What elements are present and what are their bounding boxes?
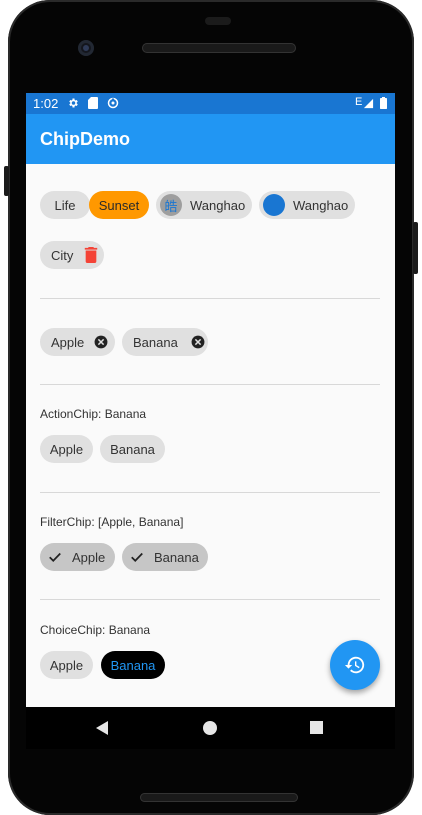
navigation-bar — [26, 707, 395, 749]
chip-label: Apple — [49, 657, 84, 673]
filter-chip-banana[interactable]: Banana — [122, 543, 208, 571]
chip-wanghao-text-avatar[interactable]: 皓 Wanghao — [156, 191, 252, 219]
choice-chip-caption: ChoiceChip: Banana — [40, 623, 151, 637]
app-bar: ChipDemo — [26, 114, 395, 164]
section-divider — [40, 298, 380, 299]
choice-chip-banana[interactable]: Banana — [101, 651, 165, 679]
chip-life[interactable]: Life — [40, 191, 90, 219]
status-bar: 1:02 E — [26, 93, 395, 114]
phone-side-button — [4, 166, 9, 196]
chip-label: Banana — [154, 549, 199, 565]
chip-label: Wanghao — [190, 197, 246, 213]
app-screen: 1:02 E ChipDemo Life Sunset 皓 Wanghao Wa… — [26, 93, 395, 707]
filter-chip-apple[interactable]: Apple — [40, 543, 115, 571]
delete-icon[interactable] — [84, 247, 98, 263]
chip-label: Apple — [51, 334, 85, 350]
chip-label: Apple — [72, 549, 106, 565]
phone-volume-button — [413, 222, 418, 274]
check-icon — [48, 550, 62, 564]
chip-label: Wanghao — [293, 197, 349, 213]
data-saver-icon — [107, 97, 119, 109]
action-chip-caption: ActionChip: Banana — [40, 407, 147, 421]
history-fab[interactable] — [330, 640, 380, 690]
choice-chip-apple[interactable]: Apple — [40, 651, 93, 679]
back-icon[interactable] — [95, 720, 109, 736]
action-chip-banana[interactable]: Banana — [100, 435, 165, 463]
chip-label: Banana — [110, 441, 155, 457]
status-time: 1:02 — [33, 96, 59, 111]
history-icon — [344, 654, 366, 676]
chip-label: Life — [54, 197, 76, 213]
section-divider — [40, 384, 380, 385]
chip-label: Banana — [110, 657, 156, 673]
chip-city[interactable]: City — [40, 241, 104, 269]
check-icon — [130, 550, 144, 564]
network-type-label: E — [355, 96, 363, 108]
chip-label: Apple — [49, 441, 84, 457]
chip-label: City — [51, 247, 74, 263]
front-camera — [78, 40, 94, 56]
filter-chip-caption: FilterChip: [Apple, Banana] — [40, 515, 184, 529]
action-chip-apple[interactable]: Apple — [40, 435, 93, 463]
chip-label: Banana — [133, 334, 178, 350]
signal-icon — [363, 97, 374, 109]
recents-icon[interactable] — [310, 721, 323, 734]
input-chip-banana[interactable]: Banana — [122, 328, 208, 356]
bottom-speaker — [140, 793, 298, 802]
chip-sunset[interactable]: Sunset — [89, 191, 149, 219]
app-title: ChipDemo — [40, 129, 130, 149]
chip-label: Sunset — [98, 197, 140, 213]
avatar — [263, 194, 285, 216]
gear-icon — [67, 97, 79, 109]
sd-card-icon — [87, 97, 98, 109]
earpiece-speaker — [142, 43, 296, 53]
battery-icon — [379, 97, 387, 109]
section-divider — [40, 599, 380, 600]
section-divider — [40, 492, 380, 493]
proximity-sensor — [205, 17, 231, 25]
chip-wanghao-color-avatar[interactable]: Wanghao — [259, 191, 355, 219]
home-icon[interactable] — [203, 721, 217, 735]
input-chip-apple[interactable]: Apple — [40, 328, 115, 356]
cancel-icon[interactable] — [191, 335, 205, 349]
cancel-icon[interactable] — [94, 335, 108, 349]
avatar: 皓 — [160, 194, 182, 216]
